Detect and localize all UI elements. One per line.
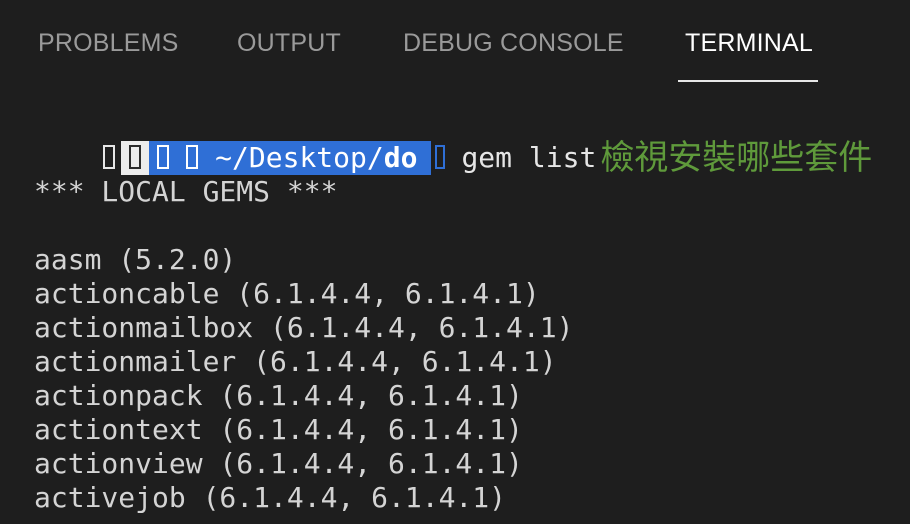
- active-tab-indicator: [678, 80, 818, 82]
- separator-icon: [157, 145, 170, 169]
- prompt-segment-user: [121, 141, 150, 175]
- gem-line: actionmailbox (6.1.4.4, 6.1.4.1): [34, 311, 574, 344]
- user-icon: [129, 145, 142, 169]
- annotation-text: 檢視安裝哪些套件: [600, 138, 873, 178]
- gem-line: actionpack (6.1.4.4, 6.1.4.1): [34, 379, 523, 412]
- tab-problems[interactable]: PROBLEMS: [38, 28, 179, 58]
- gem-line: actionmailer (6.1.4.4, 6.1.4.1): [34, 345, 557, 378]
- prompt-command: gem list: [461, 141, 597, 174]
- prompt-segment-os: [101, 141, 118, 175]
- panel-tab-bar: PROBLEMS OUTPUT DEBUG CONSOLE TERMINAL: [0, 0, 910, 86]
- apple-icon: [103, 145, 116, 169]
- prompt-path-dir: do: [383, 141, 418, 174]
- folder-icon: [186, 145, 199, 169]
- prompt-segment-path: ~/Desktop/do: [149, 141, 432, 175]
- gem-line: activejob (6.1.4.4, 6.1.4.1): [34, 481, 507, 514]
- tab-terminal[interactable]: TERMINAL: [685, 28, 813, 58]
- terminal-output[interactable]: ~/Desktop/do gem list 檢視安裝哪些套件 *** LOCAL G…: [0, 86, 910, 524]
- tab-output[interactable]: OUTPUT: [237, 28, 341, 58]
- gem-line: actionview (6.1.4.4, 6.1.4.1): [34, 447, 523, 480]
- gem-line: actiontext (6.1.4.4, 6.1.4.1): [34, 413, 523, 446]
- prompt-path-prefix: ~/Desktop/: [215, 141, 384, 174]
- gem-line: actioncable (6.1.4.4, 6.1.4.1): [34, 277, 540, 310]
- prompt-arrow-icon: [435, 145, 446, 169]
- gem-line: aasm (5.2.0): [34, 243, 237, 276]
- prompt-line: ~/Desktop/do gem list 檢視安裝哪些套件: [34, 107, 872, 175]
- local-gems-header: *** LOCAL GEMS ***: [34, 175, 338, 208]
- tab-debug-console[interactable]: DEBUG CONSOLE: [403, 28, 624, 58]
